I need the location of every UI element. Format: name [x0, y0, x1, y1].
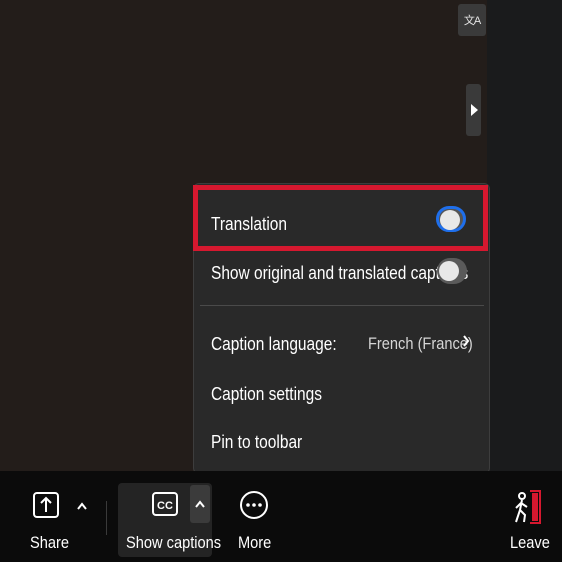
- leave-label: Leave: [510, 533, 550, 552]
- toolbar: Share CC Show captions More Leave: [0, 471, 562, 562]
- share-label: Share: [30, 533, 70, 552]
- chevron-right-icon: [463, 335, 470, 347]
- closed-captions-icon: CC: [152, 492, 178, 516]
- translate-icon[interactable]: 文A: [458, 4, 486, 36]
- caption-language-value: French (France): [368, 334, 473, 353]
- highlight-box: [193, 185, 488, 251]
- toolbar-separator: [106, 501, 107, 535]
- toggle-knob: [439, 261, 459, 281]
- svg-text:CC: CC: [157, 500, 173, 512]
- show-captions-label: Show captions: [126, 533, 222, 552]
- pin-to-toolbar-item[interactable]: Pin to toolbar: [211, 428, 497, 456]
- captions-menu-toggle[interactable]: [190, 485, 210, 523]
- more-label: More: [238, 533, 272, 552]
- translate-glyph: 文A: [463, 15, 481, 27]
- side-panel-strip: [487, 0, 562, 471]
- share-icon: [33, 492, 59, 518]
- caption-settings-item[interactable]: Caption settings: [211, 380, 497, 408]
- leave-icon: [515, 490, 541, 524]
- show-original-toggle[interactable]: [437, 258, 467, 284]
- chevron-up-icon: [195, 500, 205, 508]
- collapse-panel-button[interactable]: [466, 84, 481, 136]
- menu-divider: [200, 305, 484, 306]
- chevron-right-icon: [470, 104, 478, 116]
- more-icon: [240, 491, 268, 519]
- chevron-up-icon[interactable]: [76, 501, 88, 511]
